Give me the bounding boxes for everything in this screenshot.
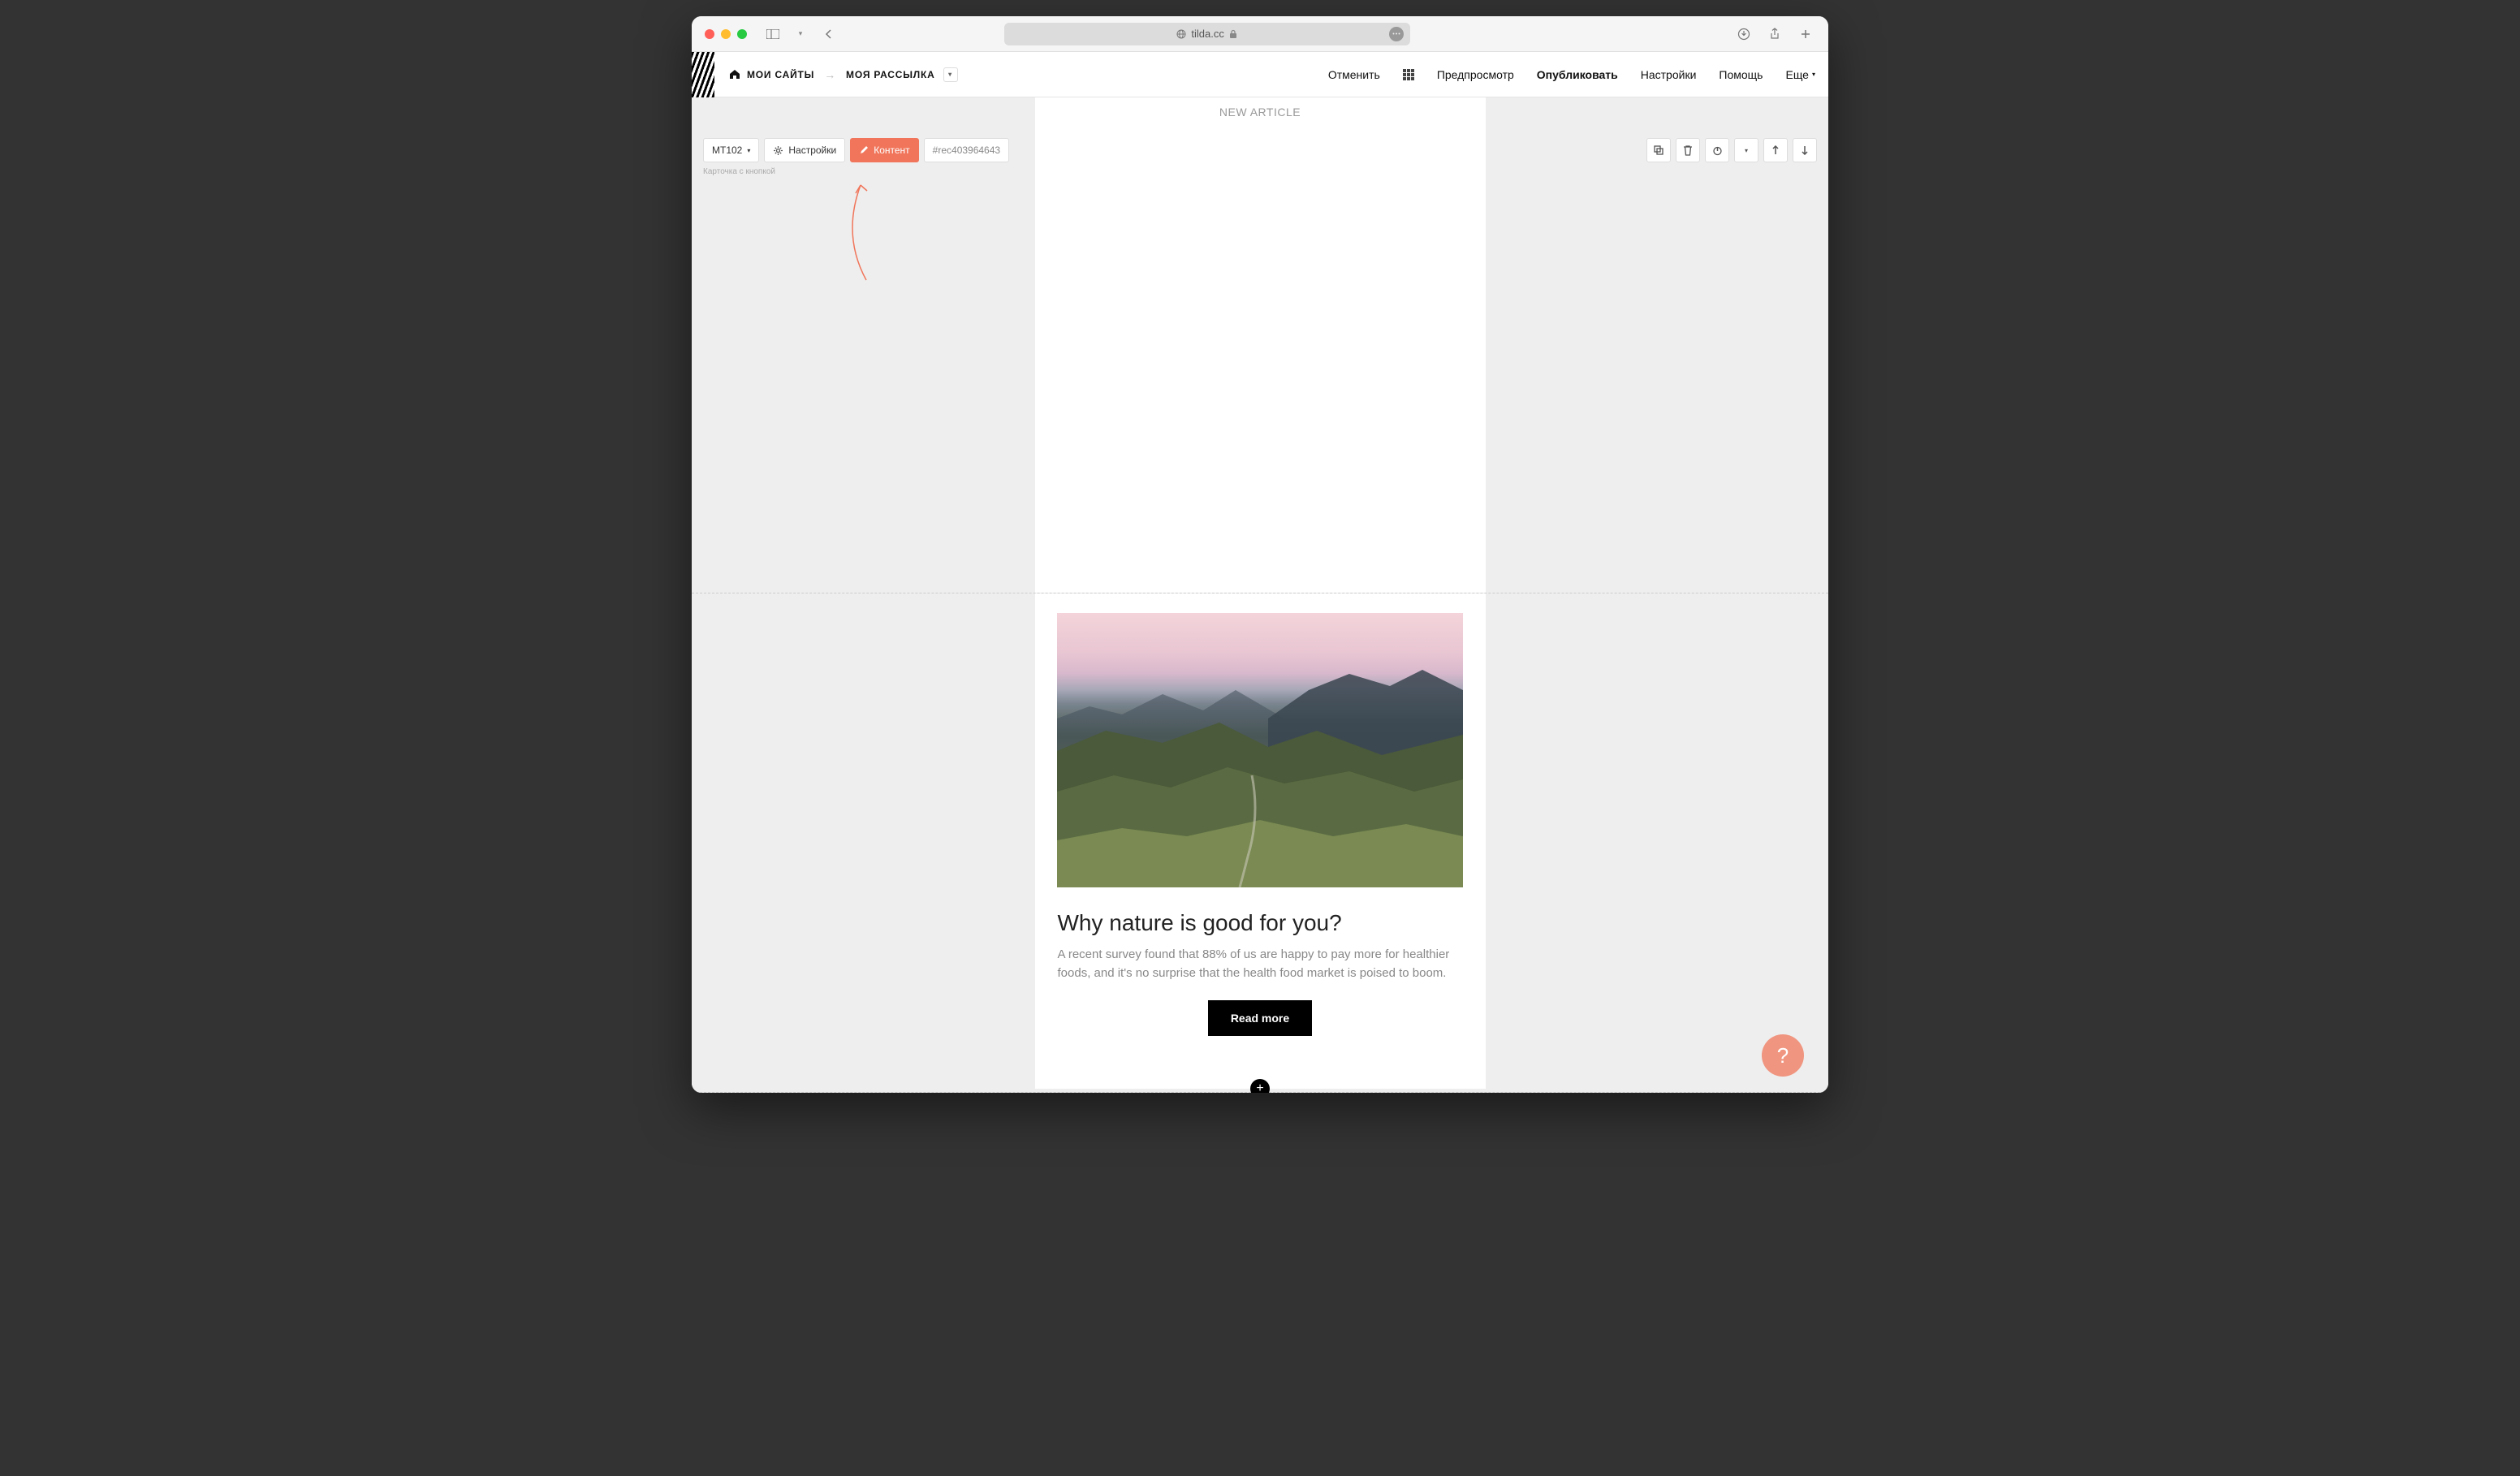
chevron-down-icon[interactable]: ▾ <box>791 24 810 44</box>
address-bar[interactable]: tilda.cc <box>1004 23 1410 45</box>
block-toolbar-right: ▾ <box>1646 138 1817 162</box>
breadcrumb-current[interactable]: МОЯ РАССЫЛКА ▾ <box>846 67 958 82</box>
back-button[interactable] <box>818 24 838 44</box>
arrow-up-icon <box>1771 145 1780 155</box>
publish-link[interactable]: Опубликовать <box>1537 68 1618 81</box>
share-icon[interactable] <box>1765 24 1784 44</box>
read-more-button[interactable]: Read more <box>1208 1000 1312 1036</box>
breadcrumb-home[interactable]: МОИ САЙТЫ <box>729 69 814 80</box>
breadcrumb-home-label: МОИ САЙТЫ <box>747 69 814 80</box>
address-more-icon[interactable] <box>1389 27 1404 41</box>
block-canvas[interactable]: Why nature is good for you? A recent sur… <box>1035 593 1486 1089</box>
downloads-icon[interactable] <box>1734 24 1754 44</box>
help-bubble[interactable]: ? <box>1762 1034 1804 1077</box>
traffic-lights <box>705 29 747 39</box>
power-icon <box>1712 145 1723 156</box>
app-topbar: МОИ САЙТЫ → МОЯ РАССЫЛКА ▾ Отменить Пред… <box>692 52 1828 97</box>
cancel-link[interactable]: Отменить <box>1328 68 1380 81</box>
sidebar-toggle-icon[interactable] <box>763 24 783 44</box>
block-rec-id[interactable]: #rec403964643 <box>924 138 1009 162</box>
browser-window: ▾ tilda.cc <box>692 16 1828 1093</box>
help-link[interactable]: Помощь <box>1719 68 1763 81</box>
annotation-arrow <box>830 179 895 284</box>
more-link[interactable]: Еще ▾ <box>1785 68 1815 81</box>
arrow-right-icon: → <box>824 68 836 81</box>
block-caption: Карточка с кнопкой <box>703 167 775 176</box>
card-block: Why nature is good for you? A recent sur… <box>1035 593 1486 1036</box>
tilda-logo[interactable] <box>692 52 714 97</box>
move-up-button[interactable] <box>1763 138 1788 162</box>
window-minimize-button[interactable] <box>721 29 731 39</box>
card-description[interactable]: A recent survey found that 88% of us are… <box>1035 946 1486 1000</box>
breadcrumb: МОИ САЙТЫ → МОЯ РАССЫЛКА ▾ <box>729 67 958 82</box>
lock-icon <box>1229 29 1237 39</box>
breadcrumb-current-label: МОЯ РАССЫЛКА <box>846 69 935 80</box>
gear-icon <box>773 145 783 156</box>
topbar-actions: Отменить Предпросмотр Опубликовать Настр… <box>1328 68 1815 81</box>
chevron-down-icon: ▾ <box>747 147 750 154</box>
block-type-label: MT102 <box>712 145 742 156</box>
power-button[interactable] <box>1705 138 1729 162</box>
url-text: tilda.cc <box>1191 28 1223 40</box>
chevron-down-icon: ▾ <box>1812 71 1815 78</box>
more-label: Еще <box>1785 68 1809 81</box>
section-label: NEW ARTICLE <box>1035 97 1486 127</box>
duplicate-button[interactable] <box>1646 138 1671 162</box>
email-canvas: NEW ARTICLE <box>1035 97 1486 593</box>
block-content-label: Контент <box>874 145 909 156</box>
chevron-down-icon[interactable]: ▾ <box>943 67 958 82</box>
block-rec-id-label: #rec403964643 <box>933 145 1000 156</box>
home-icon <box>729 69 740 80</box>
window-close-button[interactable] <box>705 29 714 39</box>
delete-button[interactable] <box>1676 138 1700 162</box>
preview-link[interactable]: Предпросмотр <box>1437 68 1514 81</box>
trash-icon <box>1683 145 1693 156</box>
new-tab-icon[interactable] <box>1796 24 1815 44</box>
globe-icon <box>1176 29 1186 39</box>
copy-icon <box>1653 145 1664 156</box>
block-settings-button[interactable]: Настройки <box>764 138 845 162</box>
browser-chrome: ▾ tilda.cc <box>692 16 1828 52</box>
editor-area: NEW ARTICLE MT102 ▾ Настройки Контент #r… <box>692 97 1828 1093</box>
add-block-button[interactable]: + <box>1250 1079 1270 1093</box>
card-title[interactable]: Why nature is good for you? <box>1035 887 1486 946</box>
block-type-button[interactable]: MT102 ▾ <box>703 138 759 162</box>
move-down-button[interactable] <box>1793 138 1817 162</box>
block-content-button[interactable]: Контент <box>850 138 918 162</box>
more-options-button[interactable]: ▾ <box>1734 138 1758 162</box>
arrow-down-icon <box>1801 145 1809 155</box>
card-image[interactable] <box>1057 613 1463 887</box>
window-maximize-button[interactable] <box>737 29 747 39</box>
block-settings-label: Настройки <box>788 145 836 156</box>
settings-link[interactable]: Настройки <box>1641 68 1697 81</box>
grid-icon[interactable] <box>1403 69 1414 80</box>
pencil-icon <box>859 145 869 155</box>
block-toolbar-left: MT102 ▾ Настройки Контент #rec403964643 <box>703 138 1009 162</box>
